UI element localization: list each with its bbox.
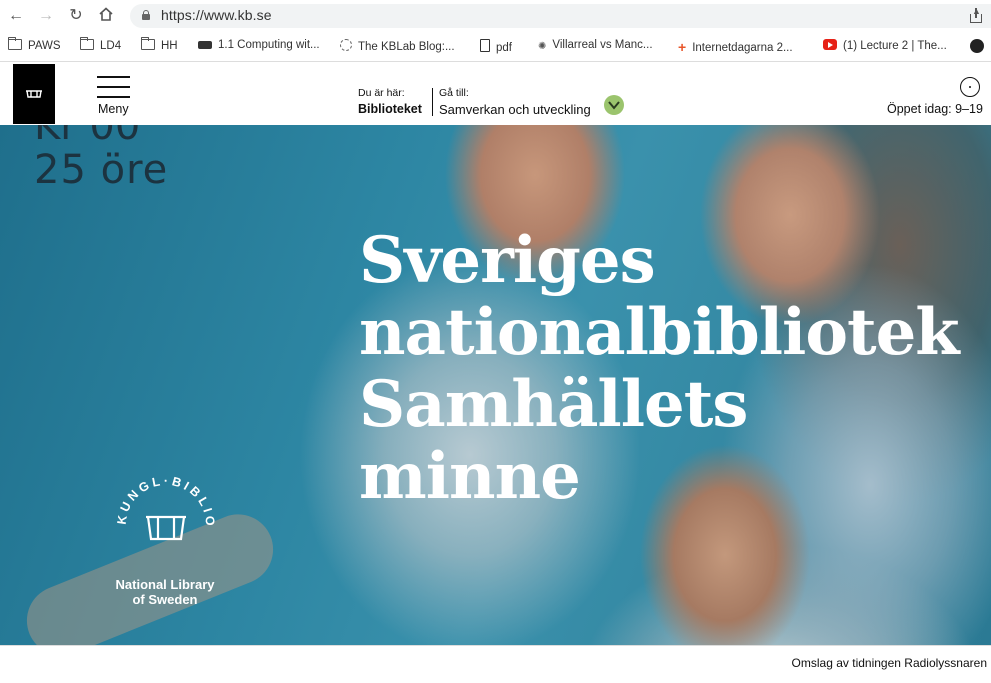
clock-icon[interactable]	[960, 77, 980, 97]
bookmark-lecture[interactable]: (1) Lecture 2 | The...	[823, 39, 947, 55]
document-icon	[480, 39, 490, 52]
bookmark-villarreal[interactable]: ✺ Villarreal vs Manc...	[538, 39, 653, 55]
image-caption-bar: Omslag av tidningen Radiolyssnaren	[0, 645, 991, 683]
reload-icon[interactable]: ↻	[66, 6, 86, 26]
bookmark-kblab[interactable]: The KBLab Blog:...	[340, 39, 455, 55]
share-icon[interactable]: ▲	[969, 7, 983, 24]
poster-price: 25 öre	[34, 147, 169, 193]
forward-icon[interactable]: →	[36, 6, 56, 26]
home-icon[interactable]	[96, 6, 116, 26]
bookmarks-bar: PAWS LD4 HH 1.1 Computing wit... The KBL…	[0, 32, 991, 62]
folder-icon	[8, 37, 22, 50]
site-header: Meny Du är här: Biblioteket Gå till: Sam…	[0, 62, 991, 124]
headline-line-2: nationalbibliotek	[359, 295, 960, 370]
bookmark-ld4[interactable]: LD4	[80, 37, 121, 55]
hero-headline: Sveriges nationalbibliotek Samhällets mi…	[359, 225, 979, 513]
plus-icon: +	[678, 39, 687, 55]
headline-line-4: minne	[359, 439, 581, 514]
goto-label: Gå till:	[439, 87, 469, 99]
bookmark-paws[interactable]: PAWS	[8, 37, 61, 55]
image-caption: Omslag av tidningen Radiolyssnaren	[791, 656, 987, 670]
youtube-icon	[823, 39, 837, 50]
address-bar[interactable]: https://www.kb.se ▲	[130, 4, 991, 28]
seal-logo: KUNGL·BIBLIOTEKET	[92, 454, 214, 541]
chevron-down-icon[interactable]	[604, 95, 624, 115]
national-library-seal[interactable]: KUNGL·BIBLIOTEKET National Library of Sw…	[92, 454, 238, 615]
here-label: Du är här:	[358, 87, 405, 99]
kb-logo[interactable]	[13, 64, 55, 124]
bookmark-computing[interactable]: 1.1 Computing wit...	[198, 39, 320, 55]
seal-caption-line-1: National Library	[115, 577, 215, 592]
menu-label[interactable]: Meny	[98, 102, 129, 116]
headline-line-3: Samhällets	[359, 367, 748, 442]
site-icon: ✺	[538, 41, 547, 52]
site-icon	[340, 39, 352, 51]
bookmark-internetdagarna[interactable]: + Internetdagarna 2...	[678, 39, 793, 55]
bookmark-github[interactable]	[970, 39, 990, 55]
back-icon[interactable]: ←	[6, 6, 26, 26]
seal-caption-line-2: of Sweden	[132, 592, 198, 607]
folder-icon	[80, 37, 94, 50]
header-divider	[432, 88, 433, 116]
poster-price-top: Kr 00	[34, 125, 141, 149]
opening-hours[interactable]: Öppet idag: 9–19	[887, 102, 983, 116]
headline-line-1: Sveriges	[359, 223, 656, 298]
hero-image: Kr 00 25 öre Sveriges nationalbibliotek …	[0, 125, 991, 645]
crown-icon	[26, 90, 42, 98]
site-icon	[198, 41, 212, 49]
here-value[interactable]: Biblioteket	[358, 102, 422, 116]
url-text[interactable]: https://www.kb.se	[161, 7, 272, 23]
goto-value[interactable]: Samverkan och utveckling	[439, 102, 591, 117]
folder-icon	[141, 37, 155, 50]
browser-toolbar: ← → ↻ https://www.kb.se ▲	[0, 0, 991, 32]
seal-caption: National Library of Sweden	[98, 577, 232, 607]
goto-select[interactable]: Gå till: Samverkan och utveckling	[439, 87, 591, 117]
github-icon	[970, 39, 984, 53]
bookmark-pdf[interactable]: pdf	[480, 39, 512, 55]
bookmark-hh[interactable]: HH	[141, 37, 178, 55]
breadcrumb: Du är här: Biblioteket	[358, 87, 422, 116]
lock-icon	[142, 10, 150, 20]
